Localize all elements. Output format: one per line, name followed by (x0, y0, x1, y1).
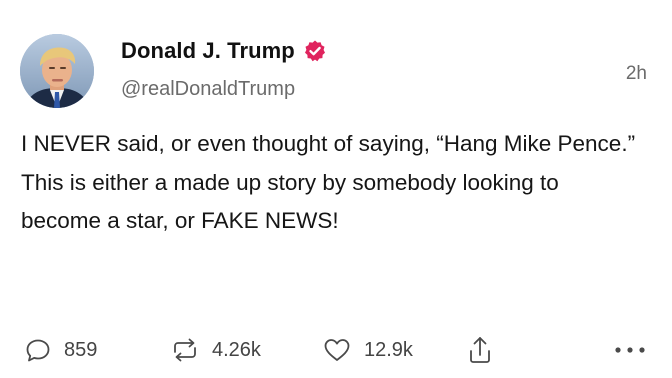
speech-bubble-icon (24, 336, 52, 364)
author-avatar[interactable] (20, 34, 94, 108)
avatar-photo (20, 34, 94, 108)
author-display-name[interactable]: Donald J. Trump (121, 38, 295, 64)
repost-arrows-icon (170, 336, 200, 364)
share-button[interactable] (466, 330, 494, 370)
more-options-button[interactable] (612, 330, 648, 370)
repost-button[interactable]: 4.26k (170, 330, 261, 370)
post-actions-bar: 859 4.26k 12.9k (0, 330, 672, 370)
repost-count: 4.26k (212, 338, 261, 361)
post-card: Donald J. Trump @realDonaldTrump 2h I NE… (0, 0, 672, 378)
reply-count: 859 (64, 338, 98, 361)
heart-icon (322, 336, 352, 364)
post-timestamp[interactable]: 2h (626, 63, 647, 85)
like-count: 12.9k (364, 338, 413, 361)
share-arrow-icon (466, 334, 494, 366)
like-button[interactable]: 12.9k (322, 330, 413, 370)
author-handle[interactable]: @realDonaldTrump (121, 78, 295, 101)
verified-badge-icon (303, 39, 327, 63)
post-body-text: I NEVER said, or even thought of saying,… (21, 131, 636, 233)
reply-button[interactable]: 859 (24, 330, 97, 370)
author-name-row: Donald J. Trump (121, 38, 327, 64)
ellipsis-icon (612, 344, 648, 356)
